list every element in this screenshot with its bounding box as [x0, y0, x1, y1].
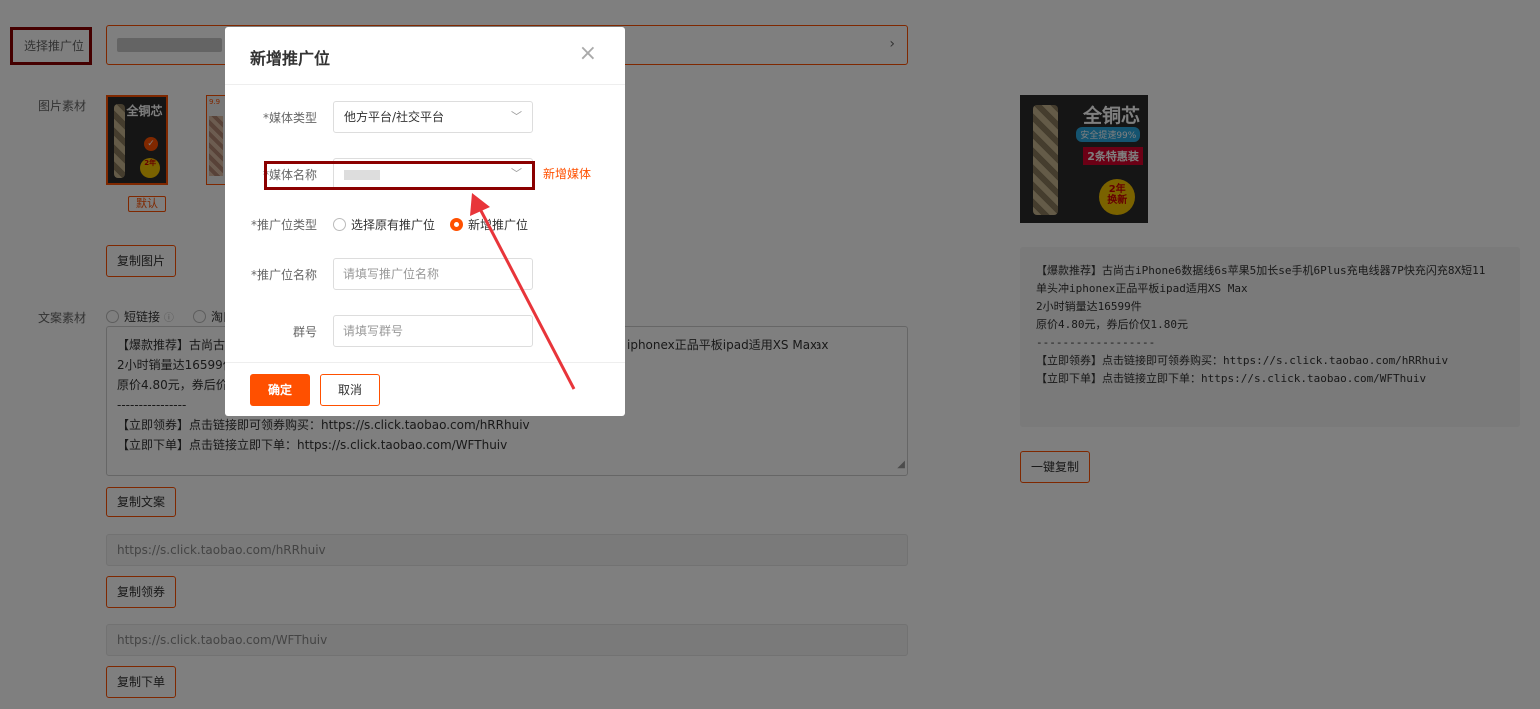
- modal-footer-divider: [225, 362, 625, 363]
- modal-title: 新增推广位: [250, 49, 331, 68]
- modal-header-divider: [225, 84, 625, 85]
- media-name-highlight: [264, 161, 535, 190]
- media-type-label: *媒体类型: [262, 111, 317, 125]
- media-type-value: 他方平台/社交平台: [344, 110, 445, 124]
- add-media-link[interactable]: 新增媒体: [543, 165, 591, 182]
- position-type-label: *推广位类型: [250, 218, 317, 232]
- position-name-input[interactable]: 请填写推广位名称: [333, 258, 533, 290]
- group-input[interactable]: 请填写群号: [333, 315, 533, 347]
- confirm-button[interactable]: 确定: [250, 374, 310, 406]
- radio-checked-icon: [450, 218, 463, 231]
- radio-existing-position[interactable]: 选择原有推广位: [333, 216, 435, 233]
- add-position-modal: 新增推广位 × *媒体类型 他方平台/社交平台 ﹀ *媒体名称 ﹀ 新增媒体 *…: [225, 27, 625, 416]
- position-name-label: *推广位名称: [250, 268, 317, 282]
- radio-circle-icon: [333, 218, 346, 231]
- media-type-select[interactable]: 他方平台/社交平台 ﹀: [333, 101, 533, 133]
- chevron-down-icon: ﹀: [511, 110, 522, 123]
- cancel-button[interactable]: 取消: [320, 374, 380, 406]
- radio-new-position[interactable]: 新增推广位: [450, 216, 528, 233]
- close-icon[interactable]: ×: [579, 43, 597, 65]
- group-label: 群号: [292, 325, 317, 339]
